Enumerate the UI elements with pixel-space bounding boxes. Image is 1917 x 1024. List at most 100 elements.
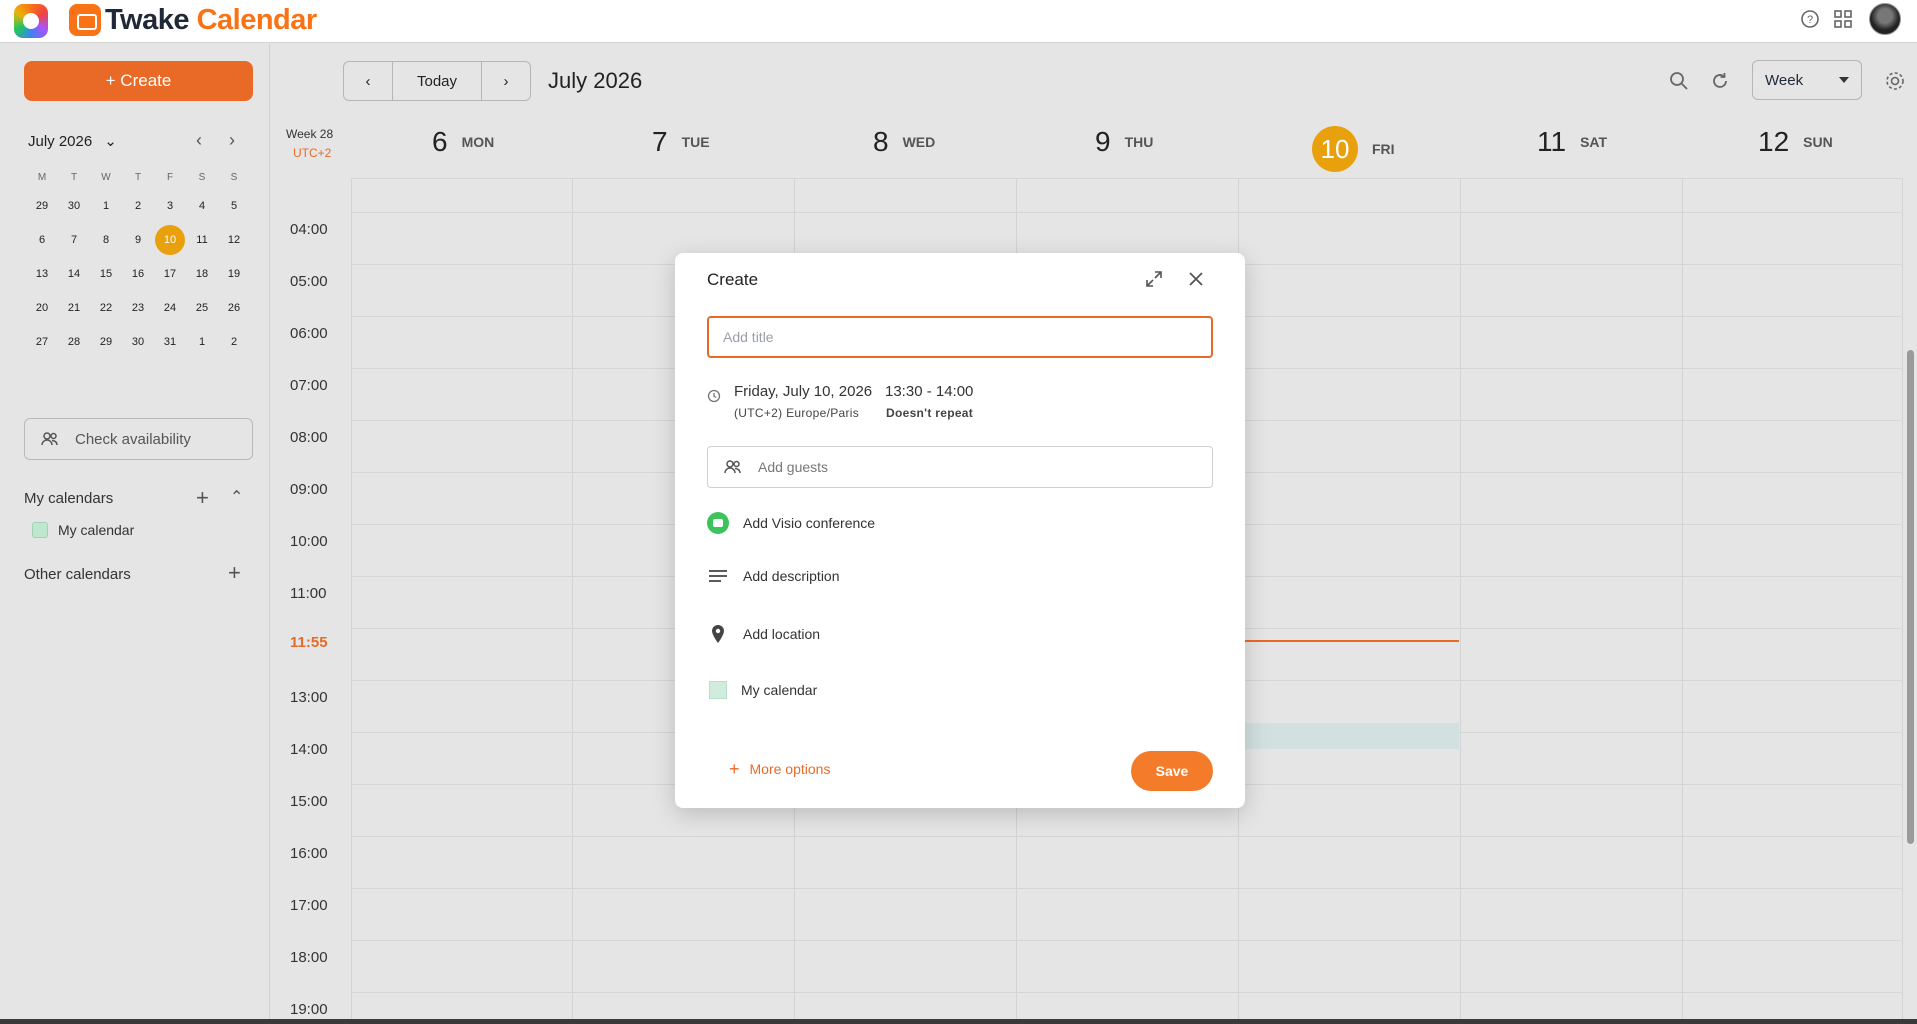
draft-event-slot[interactable]	[1240, 723, 1459, 749]
mini-day-label: 31	[163, 336, 177, 348]
mini-weekday-header: W	[101, 171, 111, 183]
mini-day[interactable]: 3	[154, 190, 186, 222]
date-navigation: ‹ Today ›	[343, 61, 531, 101]
mini-day[interactable]: 16	[122, 258, 154, 290]
calendar-item-my-calendar[interactable]: My calendar	[32, 522, 134, 538]
view-select[interactable]: Week	[1752, 60, 1862, 100]
mini-day[interactable]: 4	[186, 190, 218, 222]
day-header-fri[interactable]: 10 FRI	[1312, 126, 1395, 172]
day-header-wed[interactable]: 8 WED	[873, 126, 935, 158]
app-grid-icon[interactable]	[14, 4, 48, 38]
expand-icon[interactable]	[1145, 270, 1163, 293]
settings-icon[interactable]	[1884, 70, 1906, 92]
prev-week-button[interactable]: ‹	[344, 62, 392, 100]
mini-day[interactable]: 2	[122, 190, 154, 222]
mini-day[interactable]: 28	[58, 326, 90, 358]
mini-day[interactable]: 25	[186, 292, 218, 324]
event-time-range[interactable]: 13:30 - 14:00	[885, 383, 973, 400]
mini-day[interactable]: 2	[218, 326, 250, 358]
people-icon	[724, 460, 741, 474]
mini-day[interactable]: 5	[218, 190, 250, 222]
mini-calendar-month[interactable]: July 2026 ⌄	[28, 132, 117, 151]
mini-day-label: 24	[163, 302, 177, 314]
mini-day[interactable]: 30	[58, 190, 90, 222]
time-label: 14:00	[290, 741, 328, 758]
create-button[interactable]: + Create	[24, 61, 253, 101]
mini-day[interactable]: 21	[58, 292, 90, 324]
mini-day[interactable]: 29	[90, 326, 122, 358]
brand-calendar: Calendar	[196, 4, 318, 36]
mini-day[interactable]: 30	[122, 326, 154, 358]
refresh-icon[interactable]	[1709, 70, 1731, 92]
add-location-button[interactable]: Add location	[707, 624, 820, 644]
create-event-dialog: Create Friday, July 10, 2026 13:30 - 14:…	[675, 253, 1245, 808]
mini-day-label: 9	[134, 234, 142, 246]
today-button[interactable]: Today	[392, 62, 482, 100]
event-timezone[interactable]: (UTC+2) Europe/Paris	[734, 406, 859, 420]
mini-day[interactable]: 9	[122, 224, 154, 256]
day-header-sun[interactable]: 12 SUN	[1758, 126, 1833, 158]
mini-day-label: 4	[198, 200, 206, 212]
mini-day[interactable]: 6	[26, 224, 58, 256]
more-options-label: More options	[749, 761, 831, 777]
calendar-checkbox[interactable]	[32, 522, 48, 538]
mini-day[interactable]: 1	[90, 190, 122, 222]
mini-day-label: 3	[166, 200, 174, 212]
mini-day-label: 29	[35, 200, 49, 212]
close-icon[interactable]	[1187, 270, 1205, 293]
event-repeat[interactable]: Doesn't repeat	[886, 406, 973, 420]
event-date[interactable]: Friday, July 10, 2026	[734, 383, 872, 400]
mini-day[interactable]: 8	[90, 224, 122, 256]
mini-day[interactable]: 20	[26, 292, 58, 324]
time-label: 10:00	[290, 533, 328, 550]
calendar-item-label: My calendar	[58, 522, 135, 538]
guests-placeholder: Add guests	[758, 459, 829, 475]
next-week-button[interactable]: ›	[482, 62, 530, 100]
mini-day[interactable]: 10	[154, 224, 186, 256]
chevron-down-icon: ⌄	[104, 133, 117, 150]
help-icon[interactable]: ?	[1799, 8, 1821, 30]
mini-prev-icon[interactable]: ‹	[196, 130, 202, 151]
mini-day[interactable]: 19	[218, 258, 250, 290]
apps-icon[interactable]	[1832, 8, 1854, 30]
mini-day[interactable]: 15	[90, 258, 122, 290]
mini-day-label: 6	[38, 234, 46, 246]
day-header-mon[interactable]: 6 MON	[432, 126, 494, 158]
mini-day[interactable]: 18	[186, 258, 218, 290]
save-button[interactable]: Save	[1131, 751, 1213, 791]
mini-day[interactable]: 13	[26, 258, 58, 290]
time-label: 13:00	[290, 689, 328, 706]
event-title-input[interactable]	[707, 316, 1213, 358]
mini-day[interactable]: 29	[26, 190, 58, 222]
mini-day[interactable]: 1	[186, 326, 218, 358]
add-visio-button[interactable]: Add Visio conference	[707, 512, 875, 534]
add-description-button[interactable]: Add description	[707, 568, 840, 584]
chevron-up-icon[interactable]: ⌃	[230, 487, 243, 507]
time-label: 19:00	[290, 1001, 328, 1018]
mini-day[interactable]: 26	[218, 292, 250, 324]
mini-day[interactable]: 27	[26, 326, 58, 358]
calendar-selector[interactable]: My calendar	[709, 681, 817, 699]
day-header-thu[interactable]: 9 THU	[1095, 126, 1153, 158]
mini-day[interactable]: 11	[186, 224, 218, 256]
guests-input[interactable]: Add guests	[707, 446, 1213, 488]
day-header-tue[interactable]: 7 TUE	[652, 126, 710, 158]
mini-day[interactable]: 23	[122, 292, 154, 324]
mini-day[interactable]: 22	[90, 292, 122, 324]
grid-scrollbar[interactable]	[1907, 350, 1914, 844]
mini-day[interactable]: 24	[154, 292, 186, 324]
add-other-calendar-icon[interactable]: +	[228, 560, 241, 586]
mini-next-icon[interactable]: ›	[229, 130, 235, 151]
mini-day[interactable]: 17	[154, 258, 186, 290]
add-calendar-icon[interactable]: +	[196, 485, 209, 511]
mini-day[interactable]: 31	[154, 326, 186, 358]
mini-day[interactable]: 14	[58, 258, 90, 290]
check-availability-button[interactable]: Check availability	[24, 418, 253, 460]
search-icon[interactable]	[1668, 70, 1690, 92]
mini-day[interactable]: 12	[218, 224, 250, 256]
avatar[interactable]	[1869, 3, 1901, 35]
more-options-button[interactable]: + More options	[729, 760, 831, 778]
day-header-sat[interactable]: 11 SAT	[1537, 126, 1607, 158]
mini-day-label: 30	[131, 336, 145, 348]
mini-day[interactable]: 7	[58, 224, 90, 256]
